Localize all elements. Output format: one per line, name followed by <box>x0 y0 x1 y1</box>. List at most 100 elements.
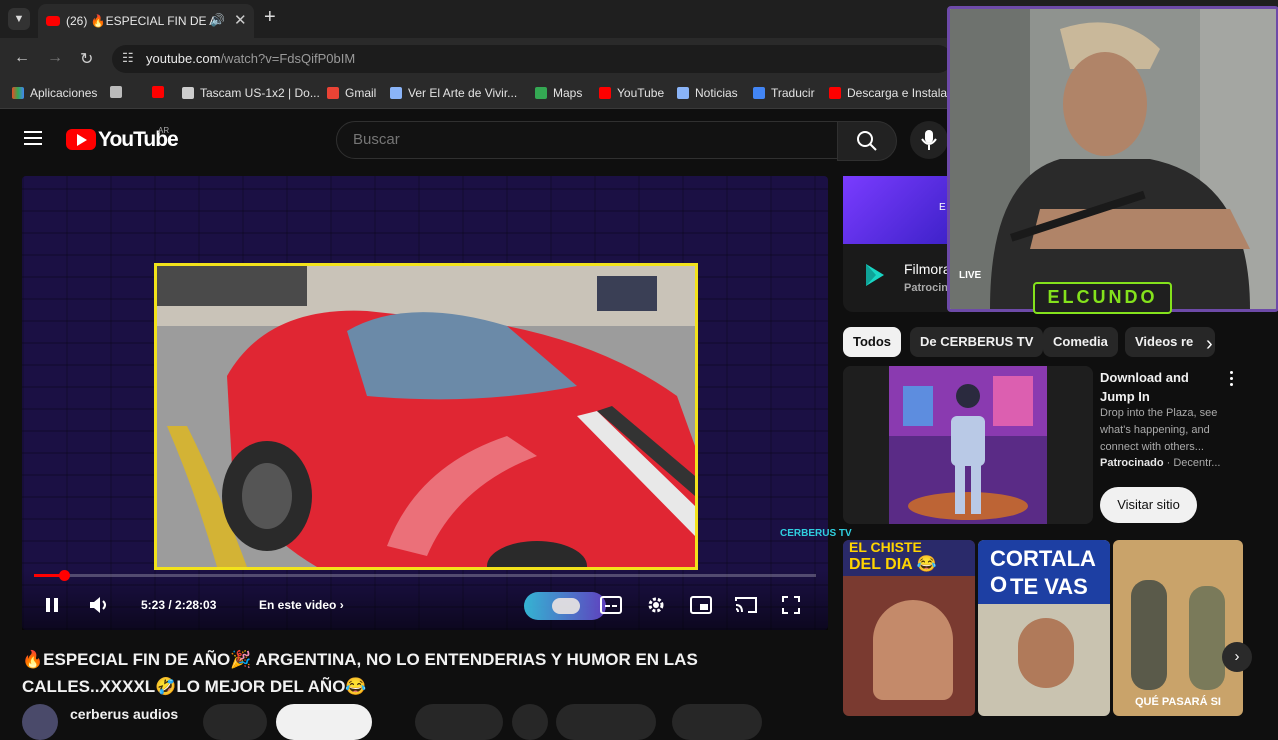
bookmark-label: Aplicaciones <box>30 86 98 100</box>
back-icon[interactable]: ← <box>14 49 30 67</box>
chip-todos[interactable]: Todos <box>843 327 902 357</box>
channel-watermark[interactable]: CERBERUS TV <box>780 528 852 539</box>
speaker-icon[interactable]: 🔊 <box>210 13 225 27</box>
chip-videos[interactable]: Videos re <box>1125 327 1215 357</box>
news-icon <box>677 87 689 99</box>
youtube-icon <box>829 87 841 99</box>
shelf-item-cortala[interactable]: CORTALA O TE VAS <box>978 540 1110 716</box>
bookmark-traducir[interactable]: Traducir <box>753 86 815 100</box>
rec-sponsor-line: Patrocinado · Decentr... <box>1100 457 1221 469</box>
search-icon <box>857 131 877 151</box>
close-tab-icon[interactable]: ✕ <box>234 11 247 29</box>
chapter-button[interactable]: En este video › <box>259 598 344 612</box>
toggle-knob <box>552 598 580 614</box>
shelf-caption-bottom: DEL DIA 😂 <box>849 556 937 573</box>
progress-scrubber[interactable] <box>59 570 70 581</box>
autoplay-toggle[interactable] <box>524 592 606 620</box>
bookmark-label: Traducir <box>771 86 815 100</box>
video-frame-image <box>157 266 695 567</box>
url-field[interactable]: ☷ youtube.com/watch?v=FdsQifP0bIM <box>112 45 952 73</box>
voice-search-button[interactable] <box>910 121 948 159</box>
country-code: AR <box>158 126 170 135</box>
rec-thumbnail-image <box>843 366 1093 524</box>
shelf-figure-shape <box>1189 586 1225 690</box>
ad-banner-text: E <box>939 202 946 213</box>
time-display: 5:23 / 2:28:03 <box>141 598 217 612</box>
menu-icon[interactable] <box>24 131 42 145</box>
tab-title: (26) 🔥ESPECIAL FIN DE AÑO <box>66 14 216 28</box>
bookmark-grid[interactable] <box>110 86 122 98</box>
settings-gear-icon[interactable] <box>646 595 666 615</box>
chapter-label: En este video <box>259 598 337 612</box>
bookmark-label: Noticias <box>695 86 738 100</box>
reload-icon[interactable]: ↻ <box>80 49 93 69</box>
chip-comedia[interactable]: Comedia <box>1043 327 1118 357</box>
search-box[interactable] <box>336 121 838 159</box>
shelf-item-chiste[interactable]: EL CHISTE DEL DIA 😂 <box>843 540 975 716</box>
shelf-face-shape <box>873 600 953 700</box>
like-button[interactable] <box>415 704 503 740</box>
volume-icon[interactable] <box>88 595 110 615</box>
bookmark-descarga[interactable]: Descarga e Instala A <box>829 86 958 100</box>
visit-site-button[interactable]: Visitar sitio <box>1100 487 1197 523</box>
streamer-badge: ELCUNDO <box>1033 282 1172 314</box>
progress-bar[interactable] <box>34 574 816 577</box>
pause-icon[interactable] <box>43 596 61 614</box>
fullscreen-icon[interactable] <box>781 595 801 615</box>
video-content[interactable] <box>154 263 698 570</box>
rec-description: Drop into the Plaza, see what's happenin… <box>1100 407 1218 453</box>
new-tab-button[interactable]: + <box>264 6 276 29</box>
browser-tab[interactable]: (26) 🔥ESPECIAL FIN DE AÑO 🔊 ✕ <box>38 4 254 38</box>
tab-search-button[interactable]: ▼ <box>8 8 30 30</box>
search-button[interactable] <box>837 121 897 161</box>
site-info-icon[interactable]: ☷ <box>122 50 134 66</box>
bookmark-label: Descarga e Instala A <box>847 86 958 100</box>
bookmark-gmail[interactable]: Gmail <box>327 86 376 100</box>
channel-avatar[interactable] <box>22 704 58 740</box>
cast-icon[interactable] <box>735 596 757 614</box>
shelf-next-button[interactable]: › <box>1222 642 1252 672</box>
subtitles-icon[interactable] <box>600 596 622 614</box>
rec-title[interactable]: Download and Jump In <box>1100 368 1220 406</box>
bookmark-label: Maps <box>553 86 583 100</box>
maps-icon <box>535 87 547 99</box>
forward-icon[interactable]: → <box>47 49 63 67</box>
bookmark-tascam[interactable]: Tascam US-1x2 | Do... <box>182 86 320 100</box>
shelf-figure-shape <box>1131 580 1167 690</box>
url-text: youtube.com/watch?v=FdsQifP0bIM <box>146 51 355 66</box>
video-title: 🔥ESPECIAL FIN DE AÑO🎉 ARGENTINA, NO LO E… <box>22 650 698 696</box>
bookmark-label: Ver El Arte de Vivir... <box>408 86 518 100</box>
share-button[interactable] <box>556 704 656 740</box>
doc-icon <box>390 87 402 99</box>
bookmark-youtube-1[interactable] <box>152 86 164 98</box>
bookmark-label: YouTube <box>617 86 665 100</box>
chevron-right-icon[interactable]: › <box>1206 333 1213 356</box>
bookmark-noticias[interactable]: Noticias <box>677 86 738 100</box>
miniplayer-icon[interactable] <box>690 596 712 614</box>
bookmark-maps[interactable]: Maps <box>535 86 582 100</box>
tascam-icon <box>182 87 194 99</box>
youtube-logo-icon[interactable] <box>66 129 96 150</box>
more-options-icon[interactable] <box>1226 371 1236 391</box>
chevron-right-icon: › <box>339 598 344 612</box>
search-input[interactable] <box>351 130 815 149</box>
shelf-face-shape <box>1018 618 1074 688</box>
bookmark-youtube[interactable]: YouTube <box>599 86 664 100</box>
chip-cerberus-tv[interactable]: De CERBERUS TV <box>910 327 1044 357</box>
url-path: /watch?v=FdsQifP0bIM <box>220 51 356 66</box>
shelf-item-que-pasara[interactable]: QUÉ PASARÁ SI <box>1113 540 1243 716</box>
webcam-image <box>950 9 1276 309</box>
bookmark-aplicaciones[interactable]: Aplicaciones <box>12 86 97 100</box>
rec-thumbnail[interactable] <box>843 366 1093 524</box>
dislike-button[interactable] <box>512 704 548 740</box>
bookmark-label: Gmail <box>345 86 377 100</box>
download-button[interactable] <box>672 704 762 740</box>
webcam-overlay <box>947 6 1278 312</box>
shelf-caption-top: EL CHISTE <box>849 540 922 555</box>
join-button[interactable] <box>203 704 267 740</box>
bookmark-arte-de-vivir[interactable]: Ver El Arte de Vivir... <box>390 86 517 100</box>
bookmark-label: Tascam US-1x2 | Do... <box>200 86 320 100</box>
subscribe-button[interactable] <box>276 704 372 740</box>
ad-banner[interactable]: E <box>843 176 953 244</box>
live-label: LIVE <box>959 270 982 281</box>
